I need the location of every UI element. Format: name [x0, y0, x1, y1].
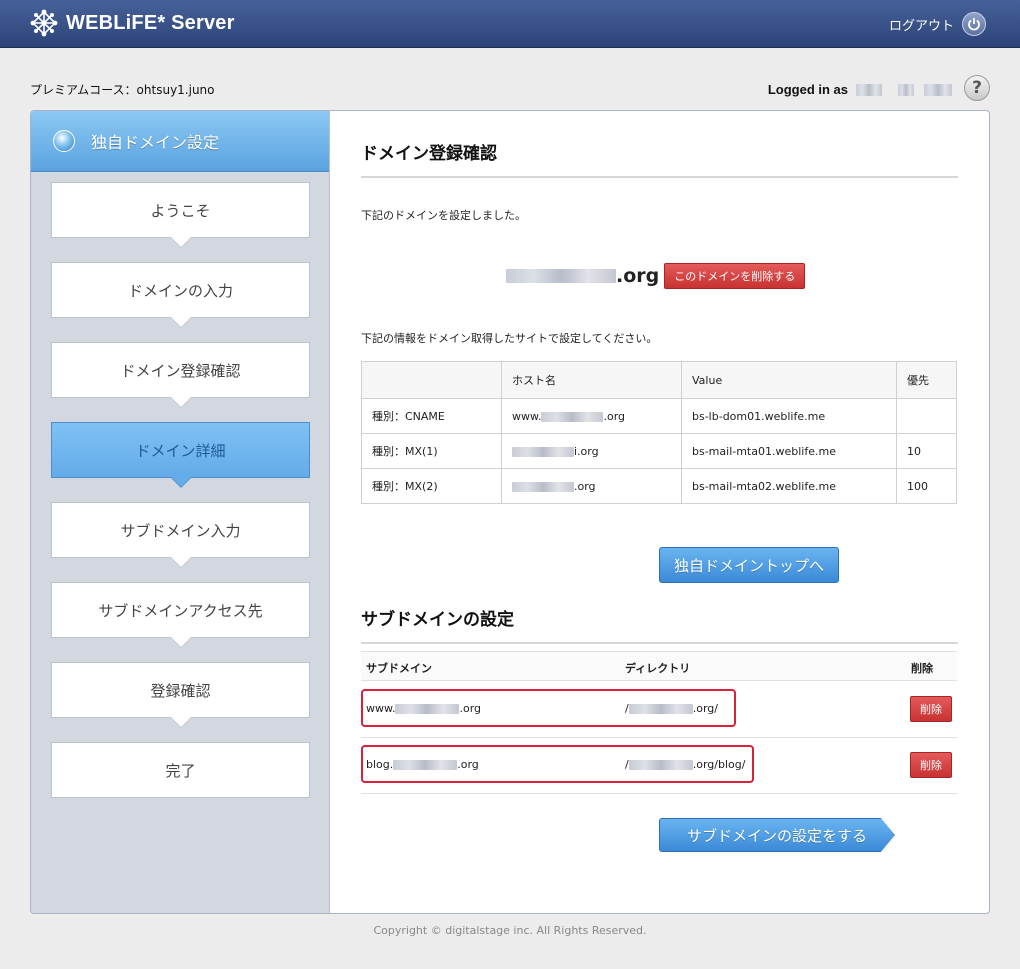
instruction-text: 下記の情報をドメイン取得したサイトで設定してください。 — [361, 332, 658, 345]
table-header: Value — [681, 361, 897, 399]
step-register-confirm[interactable]: 登録確認 — [51, 662, 310, 728]
wizard-sidebar: 独自ドメイン設定 ようこそ ドメインの入力 ドメイン登録確認 ドメイン詳細 サブ… — [31, 111, 330, 913]
domain-suffix: .org — [616, 265, 660, 287]
delete-domain-button[interactable]: このドメインを削除する — [664, 263, 806, 289]
table-row: www. .org / .org/ 削除 — [361, 682, 957, 738]
redacted-domain — [506, 269, 616, 283]
logged-in-status: Logged in as — [768, 82, 952, 97]
record-host: .org — [501, 468, 682, 504]
footer-copyright: Copyright © digitalstage inc. All Rights… — [373, 924, 647, 937]
step-label: サブドメイン入力 — [120, 521, 241, 540]
step-domain-detail[interactable]: ドメイン詳細 — [51, 422, 310, 488]
record-type: 種別：MX(2) — [361, 468, 502, 504]
step-subdomain-input[interactable]: サブドメイン入力 — [51, 502, 310, 568]
course-label: プレミアムコース：ohtsuy1.juno — [30, 83, 215, 97]
intro-text: 下記のドメインを設定しました。 — [361, 209, 526, 222]
step-label: ドメイン詳細 — [135, 441, 226, 460]
record-type: 種別：CNAME — [361, 398, 502, 434]
column-header-subdomain: サブドメイン — [366, 662, 432, 675]
redacted-username — [924, 83, 952, 96]
subdomain-directory: / .org/ — [625, 702, 718, 715]
domain-top-button[interactable]: 独自ドメイントップへ — [659, 547, 839, 583]
record-host: www. .org — [501, 398, 682, 434]
step-domain-confirm[interactable]: ドメイン登録確認 — [51, 342, 310, 408]
table-header-row: ホスト名 Value 優先 — [361, 361, 957, 399]
table-row: blog. .org / .org/blog/ 削除 — [361, 738, 957, 794]
sidebar-title: 独自ドメイン設定 — [91, 133, 220, 152]
table-row: 種別：MX(1) i.org bs-mail-mta01.weblife.me … — [361, 433, 957, 469]
delete-subdomain-button[interactable]: 削除 — [910, 696, 952, 722]
top-bar: WEBLiFE* Server ログアウト — [0, 0, 1020, 48]
table-header: ホスト名 — [501, 361, 682, 399]
record-priority: 100 — [896, 468, 957, 504]
delete-subdomain-button[interactable]: 削除 — [910, 752, 952, 778]
redacted-host — [512, 481, 574, 492]
logged-in-label: Logged in as — [767, 82, 848, 97]
main-frame: 独自ドメイン設定 ようこそ ドメインの入力 ドメイン登録確認 ドメイン詳細 サブ… — [30, 110, 990, 914]
redacted-dir — [628, 759, 693, 770]
table-row: 種別：CNAME www. .org bs-lb-dom01.weblife.me — [361, 398, 957, 434]
record-value: bs-mail-mta01.weblife.me — [681, 433, 897, 469]
record-value: bs-mail-mta02.weblife.me — [681, 468, 897, 504]
step-subdomain-target[interactable]: サブドメインアクセス先 — [51, 582, 310, 648]
subdomain-heading: サブドメインの設定 — [361, 605, 958, 644]
app-logo[interactable]: WEBLiFE* Server — [30, 9, 235, 37]
step-label: サブドメインアクセス先 — [98, 601, 263, 620]
redacted-name — [395, 703, 460, 714]
subdomain-directory: / .org/blog/ — [625, 758, 746, 771]
column-header-delete: 削除 — [911, 662, 933, 675]
redacted-dir — [628, 703, 693, 714]
logout-label: ログアウト — [888, 18, 954, 34]
subdomain-name: www. .org — [366, 702, 482, 715]
table-header: 優先 — [896, 361, 957, 399]
step-label: ようこそ — [150, 201, 211, 220]
domain-name: .org — [506, 265, 659, 287]
submit-subdomain-button[interactable]: サブドメインの設定をする — [659, 818, 895, 852]
subdomain-table-header: サブドメイン ディレクトリ 削除 — [361, 651, 957, 681]
globe-icon — [53, 130, 75, 152]
step-complete[interactable]: 完了 — [51, 742, 310, 798]
page-title: ドメイン登録確認 — [361, 139, 958, 178]
step-label: 完了 — [165, 761, 196, 780]
record-value: bs-lb-dom01.weblife.me — [681, 398, 897, 434]
step-domain-input[interactable]: ドメインの入力 — [51, 262, 310, 328]
redacted-name — [393, 759, 458, 770]
redacted-username — [898, 83, 914, 96]
network-logo-icon — [30, 9, 58, 37]
record-host: i.org — [501, 433, 682, 469]
dns-table: ホスト名 Value 優先 種別：CNAME www. .org bs-lb-do… — [361, 361, 957, 504]
step-label: 登録確認 — [150, 681, 211, 700]
help-button[interactable]: ? — [964, 75, 990, 101]
redacted-username — [856, 83, 882, 96]
logout-button[interactable]: ログアウト — [889, 12, 986, 36]
redacted-host — [512, 446, 574, 457]
record-priority — [896, 398, 957, 434]
redacted-host — [541, 411, 604, 422]
step-label: ドメイン登録確認 — [120, 361, 241, 380]
power-icon[interactable] — [962, 12, 986, 36]
app-title: WEBLiFE* Server — [66, 11, 235, 34]
record-type: 種別：MX(1) — [361, 433, 502, 469]
record-priority: 10 — [896, 433, 957, 469]
step-welcome[interactable]: ようこそ — [51, 182, 310, 248]
column-header-directory: ディレクトリ — [625, 662, 691, 675]
table-row: 種別：MX(2) .org bs-mail-mta02.weblife.me 1… — [361, 468, 957, 504]
sidebar-header: 独自ドメイン設定 — [31, 111, 329, 172]
table-header — [361, 361, 502, 399]
domain-row: .org このドメインを削除する — [506, 263, 806, 289]
subdomain-name: blog. .org — [366, 758, 479, 771]
step-label: ドメインの入力 — [127, 281, 233, 300]
